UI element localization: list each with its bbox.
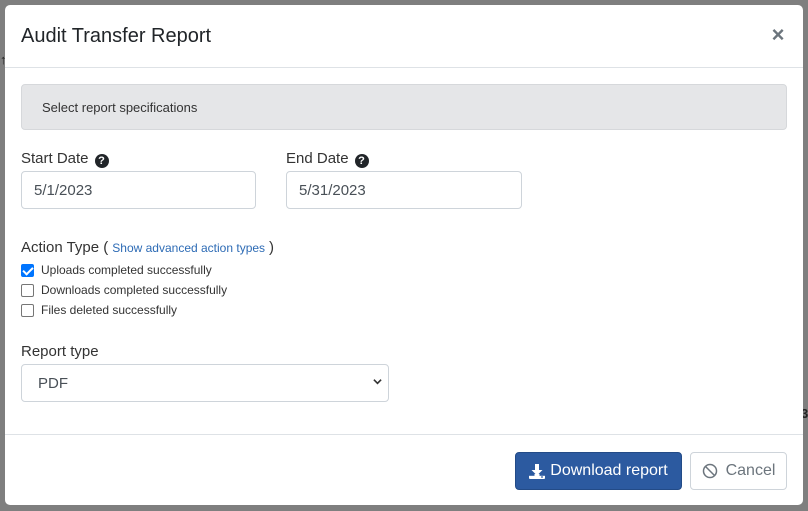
report-type-selected-value: PDF — [38, 375, 68, 392]
deleted-checkbox[interactable] — [21, 303, 34, 317]
checkbox-row-uploads[interactable]: Uploads completed successfully — [21, 262, 212, 278]
question-circle-icon[interactable]: ? — [354, 154, 369, 168]
report-type-select[interactable]: PDF — [21, 364, 389, 402]
close-paren: ) — [269, 239, 275, 256]
audit-transfer-report-dialog: Audit Transfer Report × Select report sp… — [5, 5, 803, 505]
cancel-button[interactable]: Cancel — [690, 452, 787, 490]
close-icon: × — [771, 22, 785, 47]
end-date-label: End Date? — [286, 150, 369, 168]
start-date-label-text: Start Date — [21, 150, 89, 167]
info-banner-text: Select report specifications — [42, 100, 198, 115]
open-paren: ( — [103, 239, 109, 256]
download-report-button[interactable]: Download report — [515, 452, 682, 490]
uploads-checkbox[interactable] — [21, 263, 34, 277]
deleted-checkbox-label[interactable]: Files deleted successfully — [41, 303, 177, 317]
start-date-label: Start Date? — [21, 150, 109, 168]
end-date-input[interactable] — [286, 171, 522, 209]
checkbox-row-downloads[interactable]: Downloads completed successfully — [21, 282, 227, 298]
cancel-label: Cancel — [725, 462, 776, 479]
modal-title: Audit Transfer Report — [21, 25, 212, 47]
modal-footer: Download report Cancel — [5, 434, 803, 505]
ban-icon — [702, 463, 717, 479]
question-circle-icon[interactable]: ? — [94, 154, 109, 168]
uploads-checkbox-label[interactable]: Uploads completed successfully — [41, 263, 212, 277]
info-banner: Select report specifications — [21, 84, 787, 130]
modal-header: Audit Transfer Report × — [5, 5, 803, 68]
download-report-label: Download report — [550, 462, 668, 479]
end-date-label-text: End Date — [286, 150, 349, 167]
checkbox-row-deleted[interactable]: Files deleted successfully — [21, 302, 177, 318]
downloads-checkbox[interactable] — [21, 283, 34, 297]
downloads-checkbox-label[interactable]: Downloads completed successfully — [41, 283, 227, 297]
start-date-input[interactable] — [21, 171, 256, 209]
show-advanced-action-types-link[interactable]: Show advanced action types — [112, 241, 265, 255]
chevron-down-icon — [373, 379, 382, 385]
action-type-heading: Action Type (Show advanced action types) — [21, 239, 274, 256]
report-type-label: Report type — [21, 343, 99, 360]
action-type-label: Action Type — [21, 239, 100, 256]
download-icon — [529, 463, 546, 479]
close-button[interactable]: × — [768, 23, 788, 47]
